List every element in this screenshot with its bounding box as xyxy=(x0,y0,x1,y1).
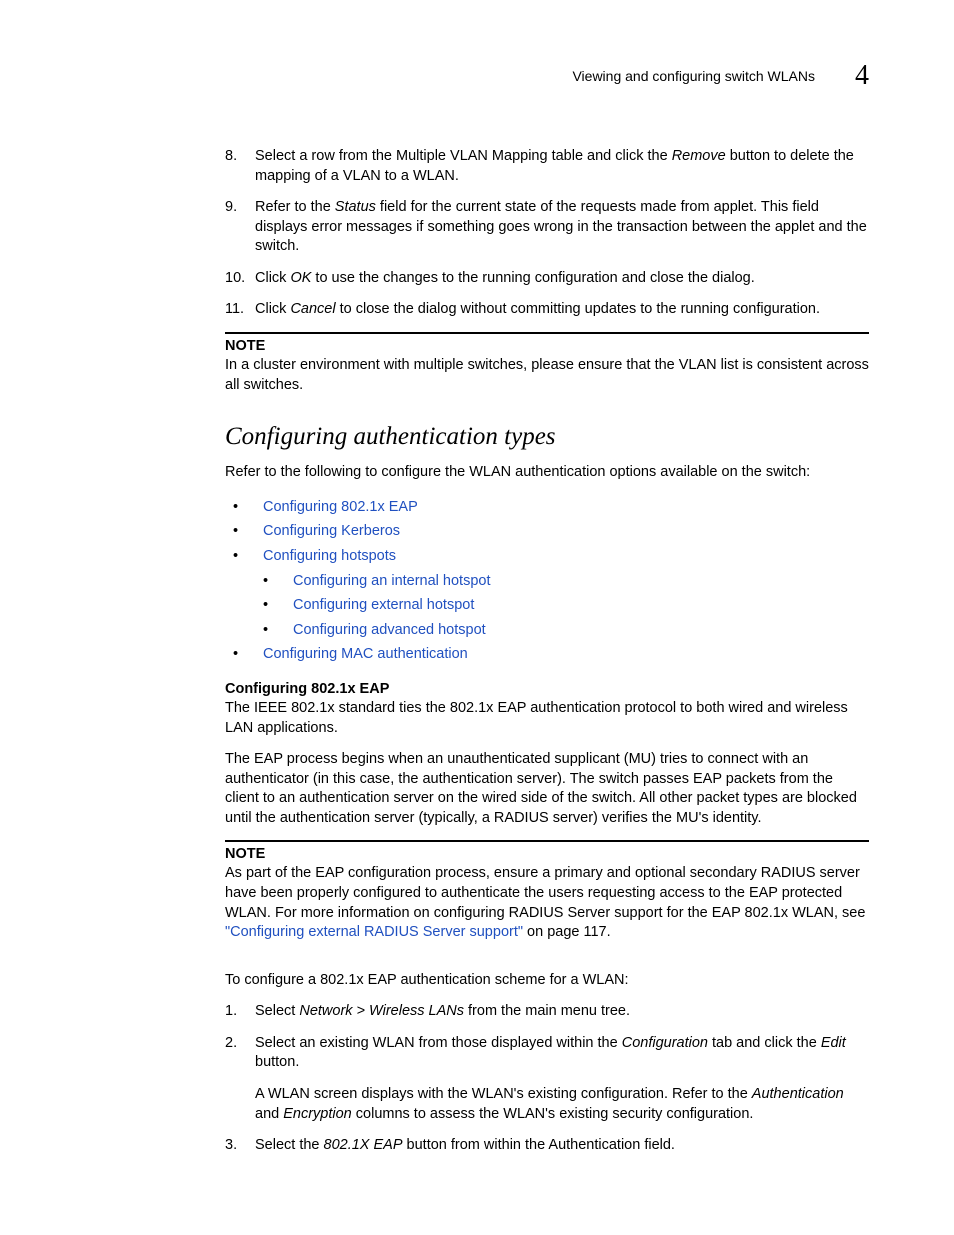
step-number: 1. xyxy=(225,1002,255,1022)
list-item: • Configuring hotspots xyxy=(225,544,869,569)
divider xyxy=(225,332,869,334)
bullet-icon: • xyxy=(255,593,293,618)
step-text: Select a row from the Multiple VLAN Mapp… xyxy=(255,147,869,186)
intro-paragraph: Refer to the following to configure the … xyxy=(225,463,869,483)
header-title: Viewing and configuring switch WLANs xyxy=(572,68,815,84)
bullet-icon: • xyxy=(225,642,263,667)
italic-text: Cancel xyxy=(290,301,335,317)
list-item: • Configuring MAC authentication xyxy=(225,642,869,667)
italic-text: OK xyxy=(290,270,311,286)
ordered-list-a: 8.Select a row from the Multiple VLAN Ma… xyxy=(225,147,869,320)
bullet-icon: • xyxy=(225,519,263,544)
step-number: 8. xyxy=(225,147,255,186)
list-item: 8.Select a row from the Multiple VLAN Ma… xyxy=(225,147,869,186)
note-label: NOTE xyxy=(225,338,869,354)
step-text: Click Cancel to close the dialog without… xyxy=(255,300,869,320)
section-heading: Configuring authentication types xyxy=(225,423,869,451)
bullet-icon: • xyxy=(255,618,293,643)
italic-text: Authentication xyxy=(752,1086,844,1102)
step-number: 10. xyxy=(225,269,255,289)
link-advanced-hotspot[interactable]: Configuring advanced hotspot xyxy=(293,622,486,638)
link-mac-auth[interactable]: Configuring MAC authentication xyxy=(263,646,468,662)
document-page: Viewing and configuring switch WLANs 4 8… xyxy=(0,0,954,1235)
list-item: • Configuring external hotspot xyxy=(255,593,869,618)
bullet-icon: • xyxy=(225,544,263,569)
list-item: • Configuring an internal hotspot xyxy=(255,569,869,594)
italic-text: Status xyxy=(335,199,376,215)
link-eap[interactable]: Configuring 802.1x EAP xyxy=(263,499,418,515)
italic-text: Network > Wireless LANs xyxy=(299,1003,464,1019)
sub-bullet-list: • Configuring an internal hotspot • Conf… xyxy=(255,569,869,643)
note-text-pre: As part of the EAP configuration process… xyxy=(225,865,865,920)
paragraph: The EAP process begins when an unauthent… xyxy=(225,750,869,828)
list-item: 3.Select the 802.1X EAP button from with… xyxy=(225,1136,869,1156)
link-internal-hotspot[interactable]: Configuring an internal hotspot xyxy=(293,573,491,589)
page-content: 8.Select a row from the Multiple VLAN Ma… xyxy=(225,147,869,1156)
ordered-list-b: 1.Select Network > Wireless LANs from th… xyxy=(225,1002,869,1155)
link-kerberos[interactable]: Configuring Kerberos xyxy=(263,523,400,539)
bullet-icon: • xyxy=(255,569,293,594)
step-number: 11. xyxy=(225,300,255,320)
link-external-hotspot[interactable]: Configuring external hotspot xyxy=(293,597,474,613)
paragraph: To configure a 802.1x EAP authentication… xyxy=(225,971,869,991)
divider xyxy=(225,840,869,842)
step-text: Click OK to use the changes to the runni… xyxy=(255,269,869,289)
link-radius-support[interactable]: "Configuring external RADIUS Server supp… xyxy=(225,924,523,940)
list-item: 9.Refer to the Status field for the curr… xyxy=(225,198,869,257)
italic-text: Edit xyxy=(821,1035,846,1051)
paragraph: The IEEE 802.1x standard ties the 802.1x… xyxy=(225,699,869,738)
chapter-number: 4 xyxy=(855,60,869,92)
step-text: Select Network > Wireless LANs from the … xyxy=(255,1002,869,1022)
note-text-post: on page 117. xyxy=(523,924,611,940)
list-item: 11.Click Cancel to close the dialog with… xyxy=(225,300,869,320)
list-item: 10.Click OK to use the changes to the ru… xyxy=(225,269,869,289)
step-number: 2. xyxy=(225,1034,255,1073)
note-body: As part of the EAP configuration process… xyxy=(225,864,869,942)
page-header: Viewing and configuring switch WLANs 4 xyxy=(85,60,869,92)
list-item: 1.Select Network > Wireless LANs from th… xyxy=(225,1002,869,1022)
list-item: 2.Select an existing WLAN from those dis… xyxy=(225,1034,869,1073)
italic-text: Encryption xyxy=(283,1106,352,1122)
italic-text: Remove xyxy=(672,148,726,164)
step-text: Select the 802.1X EAP button from within… xyxy=(255,1136,869,1156)
list-item: • Configuring advanced hotspot xyxy=(255,618,869,643)
link-hotspots[interactable]: Configuring hotspots xyxy=(263,548,396,564)
step-sub-paragraph: A WLAN screen displays with the WLAN's e… xyxy=(225,1085,869,1124)
italic-text: 802.1X EAP xyxy=(324,1137,403,1153)
note-body: In a cluster environment with multiple s… xyxy=(225,356,869,395)
note-label: NOTE xyxy=(225,846,869,862)
bullet-icon: • xyxy=(225,495,263,520)
step-number: 9. xyxy=(225,198,255,257)
step-number: 3. xyxy=(225,1136,255,1156)
list-item: • Configuring Kerberos xyxy=(225,519,869,544)
list-item: • Configuring 802.1x EAP xyxy=(225,495,869,520)
step-text: Refer to the Status field for the curren… xyxy=(255,198,869,257)
bullet-list: • Configuring 802.1x EAP • Configuring K… xyxy=(225,495,869,667)
step-sub-text: A WLAN screen displays with the WLAN's e… xyxy=(255,1085,869,1124)
sub-heading: Configuring 802.1x EAP xyxy=(225,681,869,697)
step-text: Select an existing WLAN from those displ… xyxy=(255,1034,869,1073)
italic-text: Configuration xyxy=(622,1035,708,1051)
